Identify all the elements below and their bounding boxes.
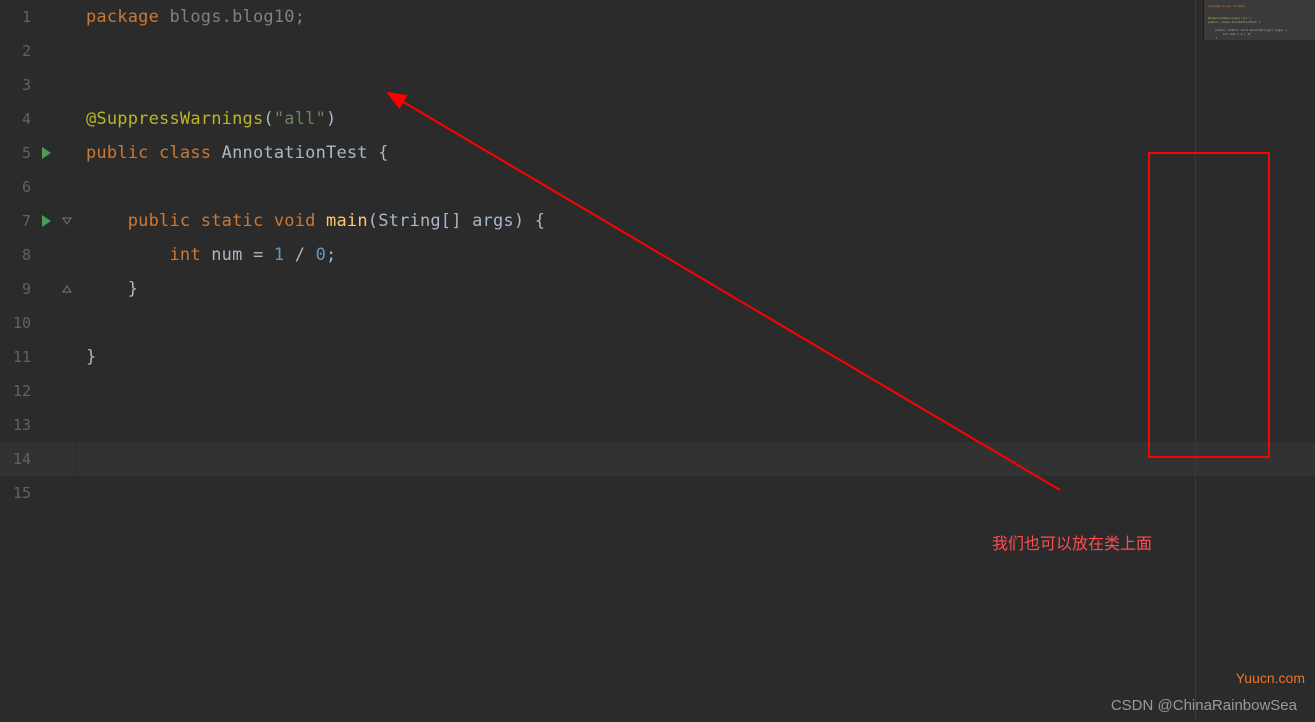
number: 0 [316, 245, 326, 265]
gutter-line[interactable]: 9 [0, 272, 75, 306]
indent [86, 211, 128, 231]
code-line-13[interactable] [76, 408, 1315, 442]
brace: } [86, 347, 96, 367]
keyword: public static void [128, 211, 326, 231]
code-line-15[interactable] [76, 476, 1315, 510]
variable: num = [211, 245, 274, 265]
brace: } [128, 279, 138, 299]
indent [86, 245, 169, 265]
code-line-6[interactable] [76, 170, 1315, 204]
keyword: int [169, 245, 211, 265]
gutter-line[interactable]: 15 [0, 476, 75, 510]
gutter-line[interactable]: 4 [0, 102, 75, 136]
gutter-line[interactable]: 10 [0, 306, 75, 340]
class-name: AnnotationTest [222, 143, 379, 163]
gutter-line[interactable]: 8 [0, 238, 75, 272]
code-line-11[interactable]: } [76, 340, 1315, 374]
gutter-line[interactable]: 3 [0, 68, 75, 102]
punct: ; [326, 245, 336, 265]
code-line-8[interactable]: int num = 1 / 0; [76, 238, 1315, 272]
operator: / [284, 245, 315, 265]
gutter-line[interactable]: 14 [0, 442, 75, 476]
gutter: 123456789101112131415 [0, 0, 76, 722]
gutter-line[interactable]: 11 [0, 340, 75, 374]
brace: { [378, 143, 388, 163]
code-line-9[interactable]: } [76, 272, 1315, 306]
code-text: blogs.blog10; [159, 7, 305, 27]
code-line-5[interactable]: public class AnnotationTest { [76, 136, 1315, 170]
right-margin-guide [1195, 0, 1196, 722]
annotation-label: 我们也可以放在类上面 [992, 530, 1152, 554]
function-name: main [326, 211, 368, 231]
punct: ( [263, 109, 273, 129]
indent [86, 279, 128, 299]
fold-open-icon[interactable] [61, 215, 73, 227]
gutter-line[interactable]: 13 [0, 408, 75, 442]
code-area[interactable]: package blogs.blog10; @SuppressWarnings(… [76, 0, 1315, 722]
gutter-line[interactable]: 1 [0, 0, 75, 34]
minimap[interactable]: package blogs.blog10;@SuppressWarnings("… [1203, 0, 1315, 40]
annotation: @SuppressWarnings [86, 109, 263, 129]
brace: { [535, 211, 545, 231]
code-line-7[interactable]: public static void main(String[] args) { [76, 204, 1315, 238]
run-icon[interactable] [42, 147, 51, 159]
number: 1 [274, 245, 284, 265]
code-line-1[interactable]: package blogs.blog10; [76, 0, 1315, 34]
signature: (String[] args) [368, 211, 535, 231]
gutter-line[interactable]: 5 [0, 136, 75, 170]
gutter-line[interactable]: 7 [0, 204, 75, 238]
code-line-12[interactable] [76, 374, 1315, 408]
code-editor[interactable]: 123456789101112131415 package blogs.blog… [0, 0, 1315, 722]
watermark-yuucn: Yuucn.com [1236, 670, 1305, 686]
watermark-csdn: CSDN @ChinaRainbowSea [1111, 697, 1297, 714]
gutter-line[interactable]: 2 [0, 34, 75, 68]
run-icon[interactable] [42, 215, 51, 227]
code-line-10[interactable] [76, 306, 1315, 340]
code-line-14[interactable] [76, 442, 1315, 476]
keyword: package [86, 7, 159, 27]
fold-close-icon[interactable] [61, 283, 73, 295]
code-line-2[interactable] [76, 34, 1315, 68]
code-line-3[interactable] [76, 68, 1315, 102]
gutter-line[interactable]: 12 [0, 374, 75, 408]
gutter-line[interactable]: 6 [0, 170, 75, 204]
code-line-4[interactable]: @SuppressWarnings("all") [76, 102, 1315, 136]
string: "all" [274, 109, 326, 129]
keyword: public class [86, 143, 222, 163]
punct: ) [326, 109, 336, 129]
